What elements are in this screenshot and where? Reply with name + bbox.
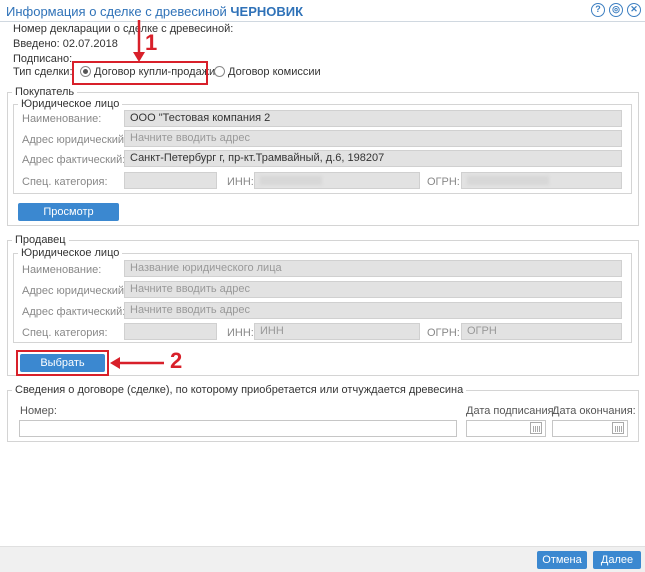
settings-icon[interactable]: ◎ (609, 3, 623, 17)
buyer-inn-label: ИНН: (227, 176, 254, 188)
seller-entity-legend: Юридическое лицо (18, 247, 123, 259)
close-icon[interactable]: ✕ (627, 3, 641, 17)
seller-name-field[interactable]: Название юридического лица (124, 260, 622, 277)
buyer-category-label: Спец. категория: (22, 176, 108, 188)
buyer-legal-address-field[interactable]: Начните вводить адрес (124, 130, 622, 147)
buyer-ogrn-field[interactable] (461, 172, 622, 189)
buyer-inn-field[interactable] (254, 172, 420, 189)
seller-inn-label: ИНН: (227, 327, 254, 339)
buyer-category-field[interactable] (124, 172, 217, 189)
radio-unchecked-icon[interactable] (214, 66, 225, 77)
redacted-ogrn (467, 175, 549, 185)
annotation-arrow-2 (110, 357, 164, 369)
seller-actual-address-field[interactable]: Начните вводить адрес (124, 302, 622, 319)
seller-legend: Продавец (12, 234, 69, 246)
radio-commission[interactable]: Договор комиссии (214, 66, 321, 78)
dialog-title: Информация о сделке с древесиной ЧЕРНОВИ… (6, 4, 303, 19)
seller-ogrn-label: ОГРН: (427, 327, 460, 339)
seller-actual-address-label: Адрес фактический: (22, 306, 126, 318)
buyer-entity-legend: Юридическое лицо (18, 98, 123, 110)
calendar-icon[interactable] (612, 422, 624, 434)
dialog-title-text: Информация о сделке с древесиной (6, 4, 227, 19)
sign-date-label: Дата подписания: (466, 405, 557, 417)
buyer-actual-address-field[interactable]: Санкт-Петербург г, пр-кт.Трамвайный, д.6… (124, 150, 622, 167)
annotation-marker-2: 2 (170, 348, 183, 373)
radio-commission-label: Договор комиссии (228, 66, 321, 78)
seller-ogrn-field[interactable]: ОГРН (461, 323, 622, 340)
calendar-icon[interactable] (530, 422, 542, 434)
seller-legal-address-field[interactable]: Начните вводить адрес (124, 281, 622, 298)
buyer-name-label: Наименование: (22, 113, 102, 125)
redacted-inn (260, 175, 322, 185)
entered-date: Введено: 02.07.2018 (13, 38, 118, 50)
seller-legal-address-label: Адрес юридический: (22, 285, 128, 297)
contract-legend: Сведения о договоре (сделке), по котором… (12, 384, 467, 396)
seller-category-label: Спец. категория: (22, 327, 108, 339)
view-buyer-button[interactable]: Просмотр покупателя (18, 203, 119, 236)
buyer-actual-address-label: Адрес фактический: (22, 154, 126, 166)
buyer-legal-address-label: Адрес юридический: (22, 134, 128, 146)
buyer-legend: Покупатель (12, 86, 78, 98)
seller-category-field[interactable] (124, 323, 217, 340)
declaration-number-label: Номер декларации о сделке с древесиной: (13, 23, 234, 35)
next-button[interactable]: Далее (593, 551, 641, 569)
cancel-button[interactable]: Отмена (537, 551, 587, 569)
seller-name-label: Наименование: (22, 264, 102, 276)
annotation-box-2 (16, 350, 109, 376)
end-date-label: Дата окончания: (552, 405, 636, 417)
buyer-name-field[interactable]: ООО "Тестовая компания 2 (124, 110, 622, 127)
contract-number-field[interactable] (19, 420, 457, 437)
buyer-ogrn-label: ОГРН: (427, 176, 460, 188)
seller-inn-field[interactable]: ИНН (254, 323, 420, 340)
annotation-box-1 (72, 61, 208, 85)
help-icon[interactable]: ? (591, 3, 605, 17)
deal-type-row: Тип сделки: (13, 66, 73, 82)
dialog-titlebar: Информация о сделке с древесиной ЧЕРНОВИ… (0, 0, 645, 22)
contract-number-label: Номер: (20, 405, 57, 417)
annotation-marker-1: 1 (145, 30, 158, 55)
draft-status: ЧЕРНОВИК (230, 4, 304, 19)
deal-type-label: Тип сделки: (13, 66, 73, 78)
signed-label: Подписано: (13, 53, 73, 65)
